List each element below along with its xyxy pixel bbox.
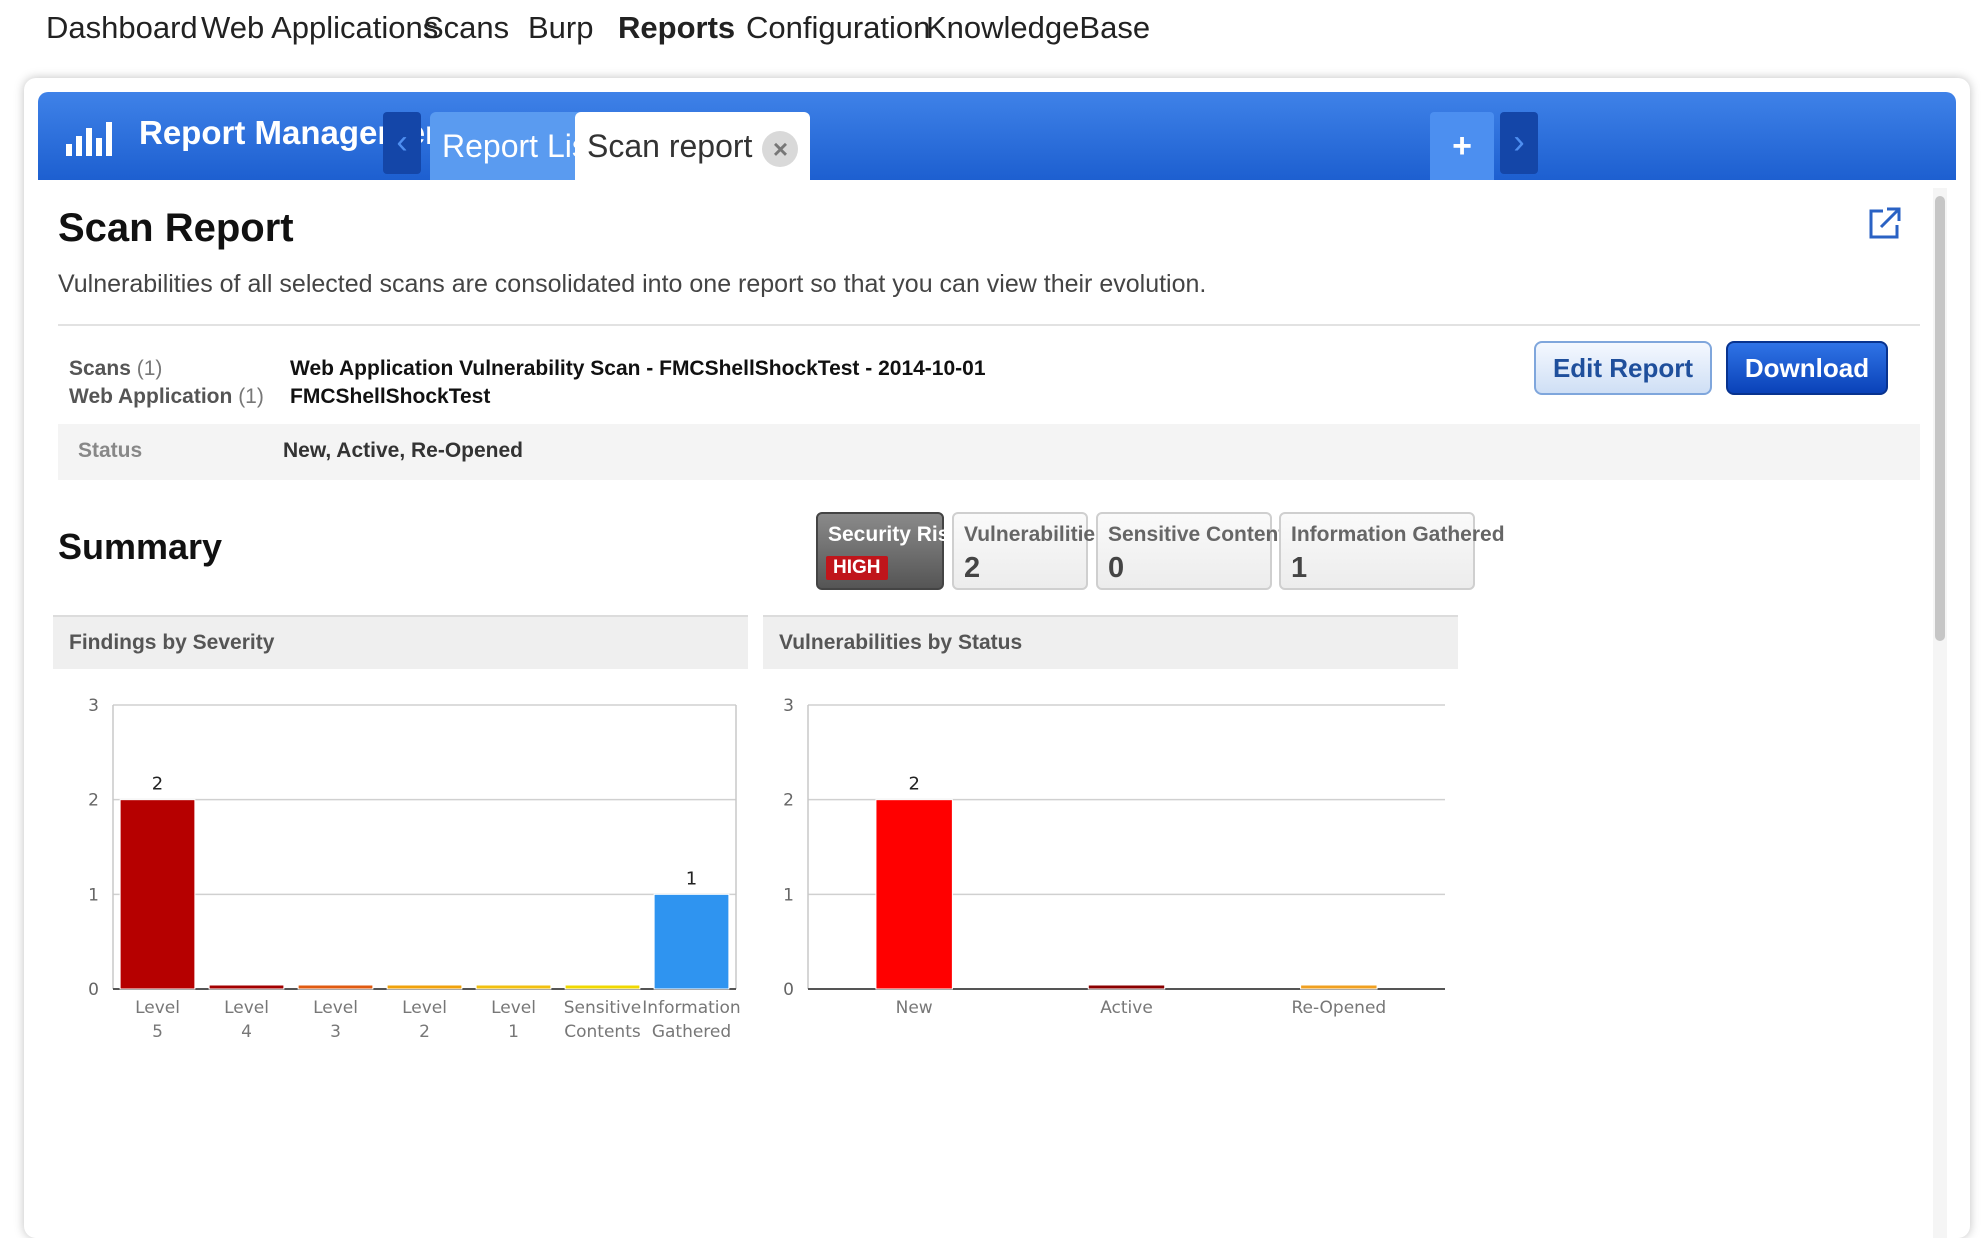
edit-report-button[interactable]: Edit Report <box>1534 341 1712 395</box>
bar[interactable] <box>564 984 641 990</box>
scans-value: Web Application Vulnerability Scan - FMC… <box>290 357 986 380</box>
nav-burp[interactable]: Burp <box>528 10 593 46</box>
nav-reports[interactable]: Reports <box>618 10 735 46</box>
tab-scan-report[interactable]: Scan report × <box>575 112 811 180</box>
tab-scroll-left-button[interactable]: ‹ <box>383 112 421 174</box>
top-navigation: Dashboard Web Applications Scans Burp Re… <box>0 0 1988 70</box>
status-value: New, Active, Re-Opened <box>283 439 524 462</box>
y-tick-label: 0 <box>88 980 99 1000</box>
x-tick-label: Level <box>224 998 269 1018</box>
x-tick-label: Contents <box>564 1022 641 1042</box>
bar[interactable] <box>475 984 552 990</box>
x-tick-label: 3 <box>330 1022 341 1042</box>
x-tick-label: 1 <box>508 1022 519 1042</box>
scans-label-text: Scans <box>69 357 131 380</box>
x-tick-label: Sensitive <box>564 998 642 1018</box>
nav-dashboard[interactable]: Dashboard <box>46 10 198 46</box>
web-application-label-text: Web Application <box>69 385 233 408</box>
y-tick-label: 3 <box>88 696 99 716</box>
bar[interactable] <box>208 984 285 990</box>
findings-by-severity-chart: 0 1 2 3 2 Level 5 Level 4 Level 3 Level 2 Level 1 Sensi… <box>88 696 741 1042</box>
status-label: Status <box>78 439 143 462</box>
x-tick-label: Information <box>642 998 740 1018</box>
report-management-panel: Report Management ‹ Report List Scan rep… <box>24 78 1970 1238</box>
nav-web-applications[interactable]: Web Applications <box>201 10 438 46</box>
page-description: Vulnerabilities of all selected scans ar… <box>58 270 1207 298</box>
bar[interactable] <box>297 984 374 990</box>
summary-title: Summary <box>58 526 223 567</box>
information-gathered-label: Information Gathered <box>1291 523 1505 546</box>
x-tick-label: New <box>896 998 933 1018</box>
bar[interactable] <box>875 799 953 990</box>
bar[interactable] <box>119 799 196 990</box>
scans-count: (1) <box>136 357 163 380</box>
scrollbar-thumb[interactable] <box>1935 196 1945 641</box>
vulnerabilities-box[interactable]: Vulnerabilities 2 <box>952 512 1107 590</box>
sensitive-contents-box[interactable]: Sensitive Contents 0 <box>1096 512 1297 590</box>
nav-scans[interactable]: Scans <box>423 10 509 46</box>
x-tick-label: Level <box>491 998 536 1018</box>
risk-level-badge: HIGH <box>826 556 888 580</box>
y-tick-label: 2 <box>783 791 794 811</box>
page-title: Scan Report <box>58 206 294 250</box>
add-tab-button[interactable]: + <box>1430 112 1494 180</box>
chevron-right-icon: › <box>1513 123 1525 161</box>
panel-header: Report Management ‹ Report List Scan rep… <box>38 92 1956 180</box>
bar[interactable] <box>653 893 730 990</box>
x-tick-label: Gathered <box>652 1022 731 1042</box>
tab-scroll-right-button[interactable]: › <box>1500 112 1538 174</box>
plus-icon: + <box>1452 127 1472 165</box>
vulnerabilities-count: 2 <box>964 552 981 584</box>
y-tick-label: 2 <box>88 791 99 811</box>
vulnerabilities-by-status-title: Vulnerabilities by Status <box>779 631 1023 654</box>
x-tick-label: Active <box>1100 998 1153 1018</box>
x-tick-label: Re-Opened <box>1291 998 1386 1018</box>
chevron-left-icon: ‹ <box>396 123 408 161</box>
vulnerabilities-by-status-chart: 0 1 2 3 2 New Active Re-Opened <box>783 696 1445 1018</box>
scans-label: Scans (1) <box>69 357 162 381</box>
data-label: 1 <box>686 868 697 889</box>
vulnerabilities-label: Vulnerabilities <box>964 523 1107 546</box>
sensitive-contents-count: 0 <box>1108 552 1125 584</box>
web-application-label: Web Application (1) <box>69 385 264 409</box>
x-tick-label: 2 <box>419 1022 430 1042</box>
tab-label: Scan report <box>587 128 753 164</box>
y-tick-label: 3 <box>783 696 794 716</box>
bar[interactable] <box>1087 984 1166 990</box>
divider <box>58 324 1920 326</box>
data-label: 2 <box>152 774 163 795</box>
x-tick-label: 5 <box>152 1022 163 1042</box>
nav-knowledgebase[interactable]: KnowledgeBase <box>926 10 1150 46</box>
tab-label: Report List <box>442 128 597 164</box>
x-tick-label: Level <box>135 998 180 1018</box>
web-application-value: FMCShellShockTest <box>290 385 491 408</box>
data-label: 2 <box>908 774 919 795</box>
bar-chart-icon <box>66 122 112 156</box>
web-application-count: (1) <box>238 385 264 408</box>
bar[interactable] <box>386 984 463 990</box>
sensitive-contents-label: Sensitive Contents <box>1108 523 1298 546</box>
nav-configuration[interactable]: Configuration <box>746 10 930 46</box>
x-tick-label: Level <box>313 998 358 1018</box>
popout-icon[interactable] <box>1869 205 1903 239</box>
y-tick-label: 1 <box>783 885 794 905</box>
vertical-scrollbar[interactable] <box>1933 188 1947 1238</box>
close-tab-icon[interactable]: × <box>762 130 799 167</box>
download-button[interactable]: Download <box>1726 341 1888 395</box>
vulnerabilities-by-status-header: Vulnerabilities by Status <box>763 615 1458 669</box>
bar[interactable] <box>1300 984 1378 990</box>
findings-by-severity-header: Findings by Severity <box>53 615 748 669</box>
security-risk-label: Security Risk <box>828 523 962 546</box>
information-gathered-box[interactable]: Information Gathered 1 <box>1279 512 1505 590</box>
x-tick-label: 4 <box>241 1022 252 1042</box>
x-tick-label: Level <box>402 998 447 1018</box>
y-tick-label: 0 <box>783 980 794 1000</box>
findings-by-severity-title: Findings by Severity <box>69 631 275 654</box>
information-gathered-count: 1 <box>1291 552 1308 584</box>
security-risk-box[interactable]: Security Risk HIGH <box>816 512 961 590</box>
y-tick-label: 1 <box>88 885 99 905</box>
